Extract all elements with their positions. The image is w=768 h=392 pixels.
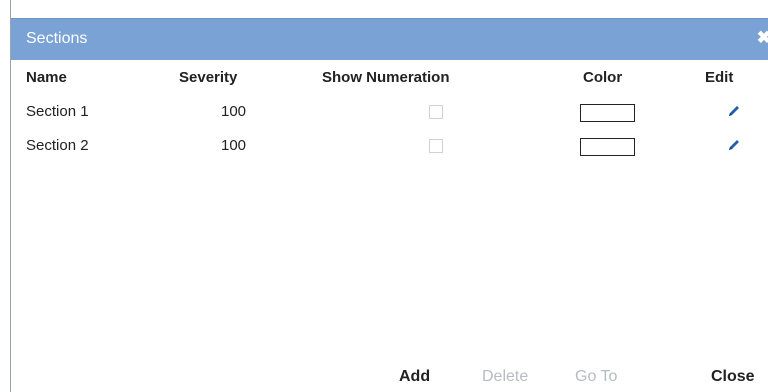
section-name: Section 2 [26,137,89,154]
table-row[interactable]: Section 2 100 [11,135,768,157]
header-color: Color [583,69,623,86]
close-icon[interactable]: ✖ [757,28,768,48]
dialog-footer: Add Delete Go To Close [11,366,768,388]
header-edit: Edit [705,69,734,86]
delete-button[interactable]: Delete [482,366,528,388]
section-name: Section 1 [26,103,89,120]
show-numeration-checkbox[interactable] [429,139,443,153]
color-swatch[interactable] [580,138,635,156]
header-name: Name [26,69,67,86]
section-severity: 100 [221,103,247,120]
section-severity: 100 [221,137,247,154]
show-numeration-checkbox[interactable] [429,105,443,119]
dialog-titlebar: Sections ✖ [11,18,768,60]
close-button[interactable]: Close [711,366,755,388]
pencil-icon[interactable] [726,137,742,153]
sections-dialog: Sections ✖ Name Severity Show Numeration… [10,0,768,392]
add-button[interactable]: Add [399,366,430,388]
pencil-icon[interactable] [726,103,742,119]
table-header: Name Severity Show Numeration Color Edit [11,67,768,89]
goto-button[interactable]: Go To [575,366,617,388]
header-show-numeration: Show Numeration [322,69,450,86]
table-row[interactable]: Section 1 100 [11,101,768,123]
header-severity: Severity [179,69,238,86]
color-swatch[interactable] [580,104,635,122]
dialog-title: Sections [26,30,88,47]
